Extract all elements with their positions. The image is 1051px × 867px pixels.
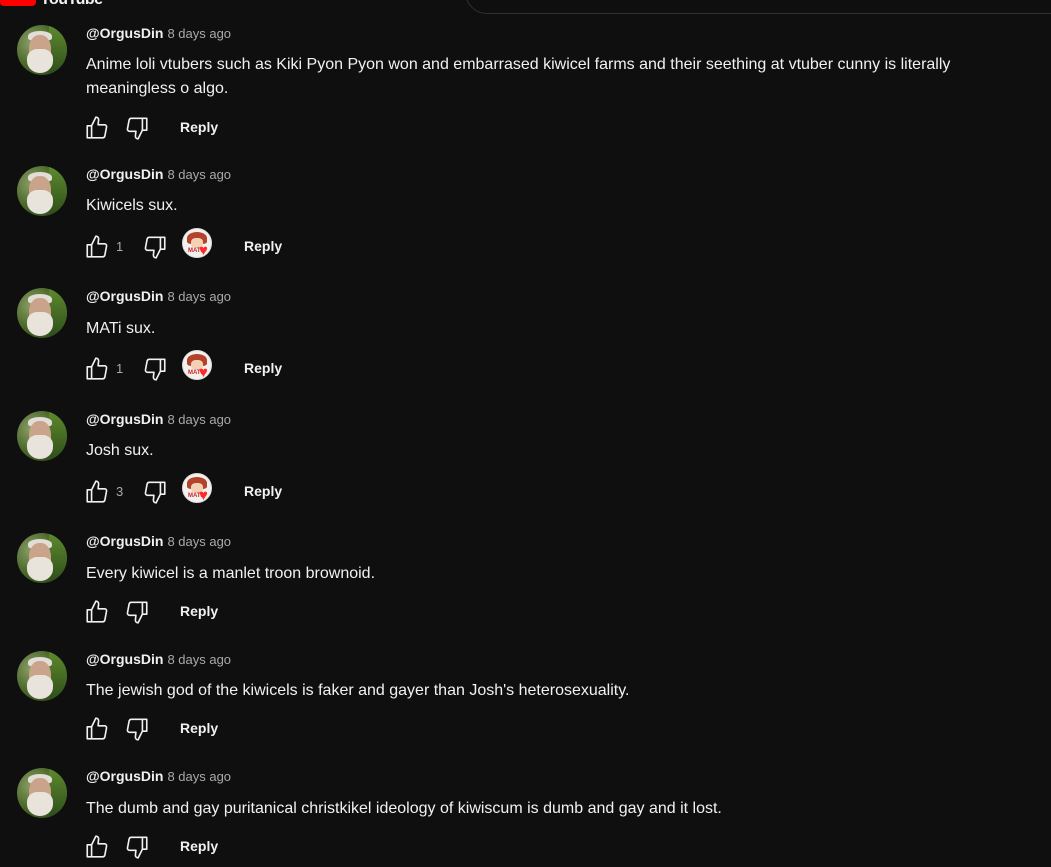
like-count: 1 — [116, 239, 124, 254]
thumbs-down-icon[interactable] — [124, 834, 150, 860]
avatar[interactable] — [17, 533, 67, 583]
author-name[interactable]: @OrgusDin — [86, 651, 163, 667]
thumbs-down-icon[interactable] — [124, 599, 150, 625]
comment-header: @OrgusDin 8 days ago — [86, 288, 231, 306]
timestamp[interactable]: 8 days ago — [167, 534, 231, 549]
thumbs-up-icon[interactable] — [84, 115, 110, 141]
top-bar: YouTube — [0, 0, 1051, 14]
avatar[interactable] — [17, 166, 67, 216]
search-box[interactable] — [465, 0, 1051, 14]
creator-heart-badge[interactable]: MATi ♥ — [182, 228, 214, 260]
avatar[interactable] — [17, 25, 67, 75]
comment-header: @OrgusDin 8 days ago — [86, 411, 231, 429]
reply-button[interactable]: Reply — [180, 603, 218, 619]
avatar[interactable] — [17, 651, 67, 701]
thumbs-down-icon[interactable] — [142, 234, 168, 260]
like-count: 1 — [116, 361, 124, 376]
avatar[interactable] — [17, 768, 67, 818]
heart-icon: ♥ — [199, 487, 208, 504]
thumbs-up-icon[interactable] — [84, 234, 110, 260]
creator-heart-badge[interactable]: MATi ♥ — [182, 473, 214, 505]
reply-button[interactable]: Reply — [244, 483, 282, 499]
heart-icon: ♥ — [199, 364, 208, 381]
thumbs-down-icon[interactable] — [124, 716, 150, 742]
thumbs-up-icon[interactable] — [84, 599, 110, 625]
author-name[interactable]: @OrgusDin — [86, 166, 163, 182]
youtube-logo-icon[interactable] — [0, 0, 36, 6]
author-name[interactable]: @OrgusDin — [86, 288, 163, 304]
thumbs-up-icon[interactable] — [84, 716, 110, 742]
timestamp[interactable]: 8 days ago — [167, 412, 231, 427]
timestamp[interactable]: 8 days ago — [167, 769, 231, 784]
thumbs-up-icon[interactable] — [84, 479, 110, 505]
avatar[interactable] — [17, 288, 67, 338]
author-name[interactable]: @OrgusDin — [86, 533, 163, 549]
comment-header: @OrgusDin 8 days ago — [86, 768, 231, 786]
timestamp[interactable]: 8 days ago — [167, 167, 231, 182]
timestamp[interactable]: 8 days ago — [167, 26, 231, 41]
thumbs-up-icon[interactable] — [84, 834, 110, 860]
comment-text: Every kiwicel is a manlet troon brownoid… — [86, 565, 376, 582]
comment-header: @OrgusDin 8 days ago — [86, 166, 231, 184]
thumbs-down-icon[interactable] — [142, 356, 168, 382]
reply-button[interactable]: Reply — [244, 360, 282, 376]
comment-text: MATi sux. — [86, 320, 156, 337]
comment-text: The jewish god of the kiwicels is faker … — [86, 682, 630, 699]
comment-text: Josh sux. — [86, 442, 154, 459]
avatar[interactable] — [17, 411, 67, 461]
timestamp[interactable]: 8 days ago — [167, 289, 231, 304]
reply-button[interactable]: Reply — [244, 238, 282, 254]
comment-header: @OrgusDin 8 days ago — [86, 533, 231, 551]
comment-header: @OrgusDin 8 days ago — [86, 651, 231, 669]
heart-icon: ♥ — [199, 242, 208, 259]
reply-button[interactable]: Reply — [180, 119, 218, 135]
thumbs-down-icon[interactable] — [142, 479, 168, 505]
comment-text: The dumb and gay puritanical christkikel… — [86, 800, 722, 817]
author-name[interactable]: @OrgusDin — [86, 25, 163, 41]
thumbs-up-icon[interactable] — [84, 356, 110, 382]
comment-text: Anime loli vtubers such as Kiki Pyon Pyo… — [86, 56, 951, 97]
timestamp[interactable]: 8 days ago — [167, 652, 231, 667]
reply-button[interactable]: Reply — [180, 720, 218, 736]
author-name[interactable]: @OrgusDin — [86, 768, 163, 784]
thumbs-down-icon[interactable] — [124, 115, 150, 141]
youtube-wordmark[interactable]: YouTube — [40, 0, 103, 9]
author-name[interactable]: @OrgusDin — [86, 411, 163, 427]
reply-button[interactable]: Reply — [180, 838, 218, 854]
comment-text: Kiwicels sux. — [86, 197, 178, 214]
comment-header: @OrgusDin 8 days ago — [86, 25, 231, 43]
like-count: 3 — [116, 484, 124, 499]
creator-heart-badge[interactable]: MATi ♥ — [182, 350, 214, 382]
